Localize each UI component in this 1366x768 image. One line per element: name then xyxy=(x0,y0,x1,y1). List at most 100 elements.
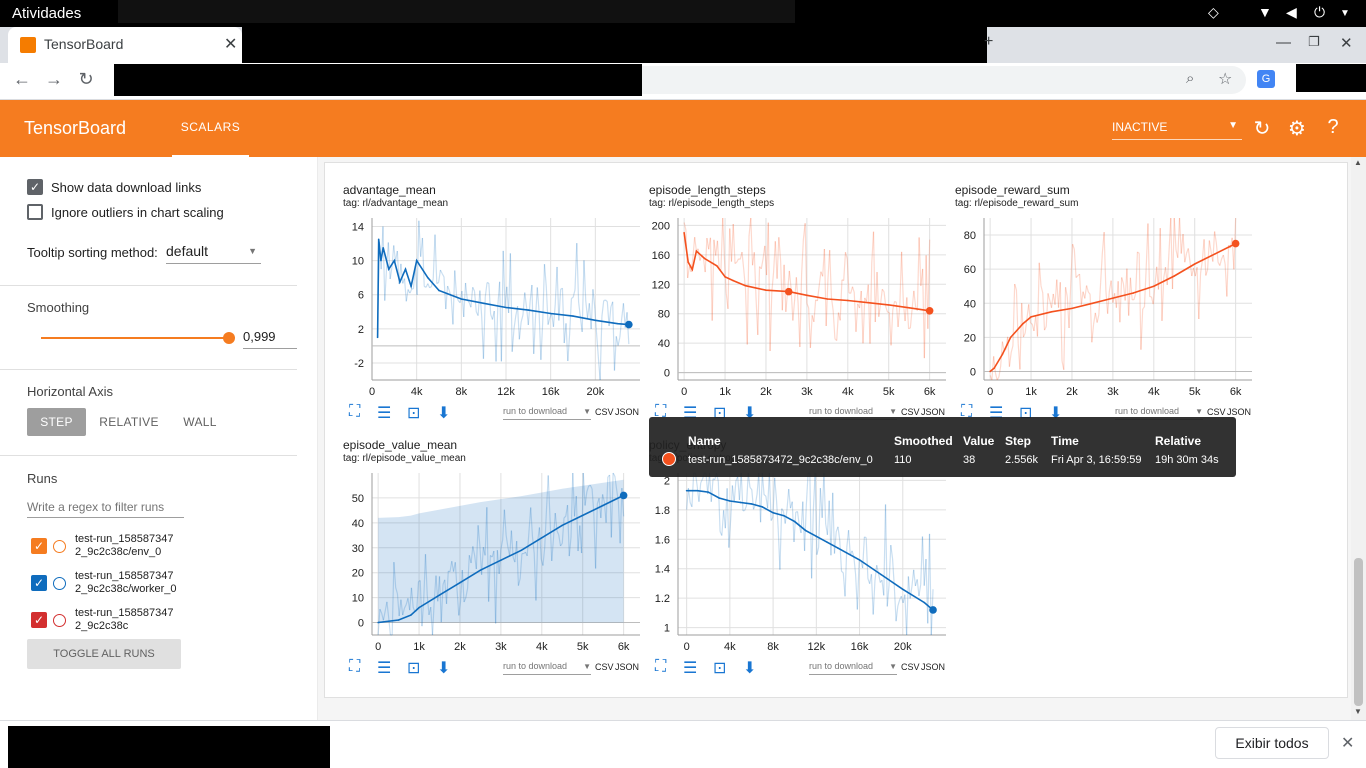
run-color-ring[interactable] xyxy=(53,614,66,627)
y-tick-label: 30 xyxy=(352,543,364,555)
toggle-log-scale-icon[interactable]: ☰ xyxy=(683,658,697,678)
download-json-link[interactable]: JSON xyxy=(615,662,639,672)
smoothing-input[interactable]: 0,999 xyxy=(243,329,297,349)
run-to-download-select[interactable]: run to download ▼ xyxy=(503,661,591,675)
browser-tab[interactable]: TensorBoard ✕ xyxy=(8,27,242,63)
data-point xyxy=(527,309,530,311)
unity-icon[interactable]: ◇ xyxy=(1208,4,1219,21)
chart-tooltip: Name Smoothed Value Step Time Relative t… xyxy=(649,417,1236,477)
data-point xyxy=(729,500,731,502)
run-checkbox[interactable]: ✓ xyxy=(31,538,47,554)
axis-step-button[interactable]: STEP xyxy=(27,408,86,436)
x-tick-label: 4k xyxy=(1148,386,1160,398)
data-point xyxy=(793,520,796,523)
run-to-download-select[interactable]: run to download ▼ xyxy=(503,406,591,420)
refresh-icon[interactable]: ↻ xyxy=(1249,116,1275,141)
chart-svg[interactable]: 2 1.8 1.6 1.4 1.2 1 0 4k 8k 12k 16k 20k xyxy=(649,468,949,678)
data-point xyxy=(1022,322,1024,325)
x-tick-label: 5k xyxy=(577,641,589,653)
close-window-icon[interactable]: ✕ xyxy=(1340,34,1353,52)
power-icon[interactable]: ⏻ xyxy=(1314,4,1325,21)
address-bar[interactable] xyxy=(640,66,1246,94)
run-filter-input[interactable]: Write a regex to filter runs xyxy=(27,500,184,518)
chart-title: episode_value_mean xyxy=(343,438,458,452)
download-icon[interactable]: ⬇ xyxy=(743,658,756,678)
download-json-link[interactable]: JSON xyxy=(921,407,945,417)
y-tick-label: 1.2 xyxy=(655,593,670,605)
toggle-log-scale-icon[interactable]: ☰ xyxy=(377,403,391,423)
tooltip-sorting-value: default xyxy=(166,243,209,259)
axis-wall-button[interactable]: WALL xyxy=(175,408,225,436)
run-checkbox[interactable]: ✓ xyxy=(31,612,47,628)
minimize-icon[interactable]: — xyxy=(1276,34,1291,51)
download-csv-link[interactable]: CSV xyxy=(1207,407,1226,417)
tooltip-sorting-select[interactable]: default ▼ xyxy=(166,243,261,264)
chart-svg[interactable]: 80 60 40 20 00 1k 2k 3k 4k 5k 6k xyxy=(955,213,1255,423)
download-json-link[interactable]: JSON xyxy=(615,407,639,417)
back-icon[interactable]: ← xyxy=(10,69,34,90)
axis-relative-button[interactable]: RELATIVE xyxy=(99,408,159,436)
wifi-icon[interactable]: ▼ xyxy=(1258,4,1272,20)
status-select[interactable]: INACTIVE ▼ xyxy=(1112,116,1242,140)
expand-icon[interactable]: ⛶ xyxy=(349,658,360,676)
close-tab-icon[interactable]: ✕ xyxy=(224,34,237,54)
tab-scalars[interactable]: SCALARS xyxy=(172,100,249,157)
data-point xyxy=(449,293,451,296)
scrollbar-thumb[interactable] xyxy=(1354,558,1363,706)
close-download-bar-icon[interactable]: ✕ xyxy=(1341,733,1354,753)
activities-button[interactable]: Atividades xyxy=(12,5,81,22)
new-tab-icon[interactable]: + xyxy=(984,33,993,51)
data-point xyxy=(804,529,807,532)
fit-domain-icon[interactable]: ⊡ xyxy=(713,658,726,678)
run-color-ring[interactable] xyxy=(53,577,66,590)
data-point xyxy=(1112,297,1114,299)
run-checkbox[interactable]: ✓ xyxy=(31,575,47,591)
tensorboard-header: TensorBoard SCALARS INACTIVE ▼ ↻ ⚙ ? xyxy=(0,100,1366,157)
chart-svg[interactable]: 200 160 120 80 40 00 1k 2k 3k 4k 5k 6k xyxy=(649,213,949,423)
fit-domain-icon[interactable]: ⊡ xyxy=(407,403,420,423)
chart-title: episode_reward_sum xyxy=(955,183,1070,197)
tooltip-header-step: Step xyxy=(1005,434,1032,448)
help-icon[interactable]: ? xyxy=(1320,116,1346,139)
smoothing-slider-handle[interactable] xyxy=(222,332,235,344)
x-tick-label: 5k xyxy=(883,386,895,398)
toggle-all-runs-button[interactable]: TOGGLE ALL RUNS xyxy=(27,639,181,669)
zoom-icon[interactable]: ⌕ xyxy=(1186,70,1194,87)
download-icon[interactable]: ⬇ xyxy=(437,403,450,423)
chevron-down-icon[interactable]: ▼ xyxy=(1340,8,1350,19)
data-point xyxy=(718,497,720,499)
download-csv-link[interactable]: CSV xyxy=(901,407,920,417)
show-download-links-checkbox[interactable]: ✓ xyxy=(27,179,43,195)
raw-series xyxy=(376,220,630,381)
maximize-icon[interactable]: ❐ xyxy=(1308,34,1320,50)
chart-svg[interactable]: 50 40 30 20 10 00 1k 2k 3k 4k 5k 6k xyxy=(343,468,643,678)
toggle-log-scale-icon[interactable]: ☰ xyxy=(377,658,391,678)
reload-icon[interactable]: ↻ xyxy=(74,69,98,90)
forward-icon[interactable]: → xyxy=(42,69,66,90)
bookmark-star-icon[interactable]: ☆ xyxy=(1218,69,1232,89)
fit-domain-icon[interactable]: ⊡ xyxy=(407,658,420,678)
run-to-download-select[interactable]: run to download ▼ xyxy=(809,661,897,675)
download-json-link[interactable]: JSON xyxy=(1227,407,1251,417)
chart-card-episode-length-steps: episode_length_steps tag: rl/episode_leng… xyxy=(649,183,949,428)
download-csv-link[interactable]: CSV xyxy=(595,662,614,672)
ignore-outliers-checkbox[interactable] xyxy=(27,204,43,220)
show-all-downloads-button[interactable]: Exibir todos xyxy=(1215,727,1329,759)
chart-svg[interactable]: 14 10 6 2 -2 0 4k 8k 12k 16k 20k xyxy=(343,213,643,423)
settings-gear-icon[interactable]: ⚙ xyxy=(1284,116,1310,141)
expand-icon[interactable]: ⛶ xyxy=(349,403,360,421)
download-json-link[interactable]: JSON xyxy=(921,662,945,672)
data-point xyxy=(923,601,926,604)
download-csv-link[interactable]: CSV xyxy=(901,662,920,672)
scroll-down-arrow-icon[interactable]: ▼ xyxy=(1354,707,1362,716)
smoothing-slider-track[interactable] xyxy=(41,337,229,339)
volume-icon[interactable]: ◀ xyxy=(1286,4,1297,21)
run-color-ring[interactable] xyxy=(53,540,66,553)
scroll-up-arrow-icon[interactable]: ▲ xyxy=(1354,158,1362,167)
expand-icon[interactable]: ⛶ xyxy=(655,658,666,676)
y-tick-label: 120 xyxy=(652,279,670,291)
download-csv-link[interactable]: CSV xyxy=(595,407,614,417)
download-icon[interactable]: ⬇ xyxy=(437,658,450,678)
data-point xyxy=(520,549,523,552)
translate-extension-icon[interactable]: G xyxy=(1257,70,1275,88)
